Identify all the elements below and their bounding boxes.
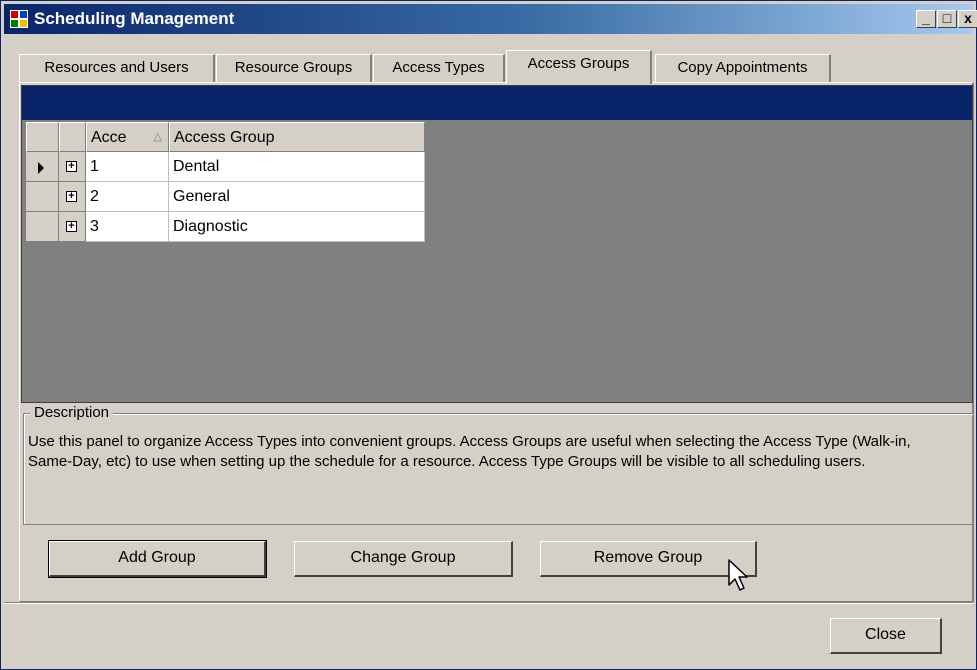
row-expander[interactable]: + (59, 182, 86, 212)
access-groups-grid[interactable]: Acce △ Access Group + 1 Dental + 2 Gener… (21, 85, 973, 403)
cell-access-group-name[interactable]: Diagnostic (169, 212, 425, 242)
minimize-button[interactable]: _ (916, 10, 936, 28)
row-header-corner (26, 122, 59, 152)
row-selector[interactable] (26, 212, 59, 242)
cell-access-id[interactable]: 3 (86, 212, 169, 242)
tab-resources-and-users[interactable]: Resources and Users (19, 54, 215, 82)
row-expander[interactable]: + (59, 212, 86, 242)
title-bar[interactable]: Scheduling Management _ □ x (4, 4, 977, 34)
add-group-button[interactable]: Add Group (48, 540, 267, 578)
sort-ascending-icon: △ (153, 131, 162, 143)
tab-copy-appointments[interactable]: Copy Appointments (655, 54, 831, 82)
description-groupbox: Description Use this panel to organize A… (23, 404, 974, 525)
description-text: Use this panel to organize Access Types … (28, 433, 911, 470)
column-header-access-group[interactable]: Access Group (169, 122, 425, 152)
row-selector[interactable] (26, 152, 59, 182)
expand-plus-icon[interactable]: + (66, 221, 77, 232)
expander-header (59, 122, 86, 152)
cell-access-id[interactable]: 2 (86, 182, 169, 212)
cell-access-group-name[interactable]: Dental (169, 152, 425, 182)
tab-resource-groups[interactable]: Resource Groups (216, 54, 372, 82)
current-row-arrow-icon (38, 162, 44, 174)
tab-access-types[interactable]: Access Types (373, 54, 505, 82)
tab-access-groups[interactable]: Access Groups (506, 50, 652, 84)
footer-separator (4, 602, 973, 604)
expand-plus-icon[interactable]: + (66, 191, 77, 202)
row-expander[interactable]: + (59, 152, 86, 182)
cell-access-group-name[interactable]: General (169, 182, 425, 212)
grid-header-row: Acce △ Access Group (26, 122, 426, 152)
description-legend: Description (30, 404, 114, 421)
column-header-acce[interactable]: Acce △ (86, 122, 169, 152)
cell-access-id[interactable]: 1 (86, 152, 169, 182)
row-selector[interactable] (26, 182, 59, 212)
window-title: Scheduling Management (34, 9, 235, 28)
change-group-button[interactable]: Change Group (294, 541, 513, 577)
close-button[interactable]: Close (830, 618, 942, 654)
close-window-button[interactable]: x (958, 10, 977, 28)
remove-group-button[interactable]: Remove Group (540, 541, 757, 577)
table-row[interactable]: + 3 Diagnostic (26, 212, 426, 242)
column-header-acce-label: Acce (91, 129, 127, 146)
maximize-button[interactable]: □ (937, 10, 957, 28)
mouse-pointer-icon (728, 559, 748, 591)
expand-plus-icon[interactable]: + (66, 161, 77, 172)
table-row[interactable]: + 1 Dental (26, 152, 426, 182)
scheduling-management-window: Scheduling Management _ □ x Resources an… (0, 0, 977, 670)
table-row[interactable]: + 2 General (26, 182, 426, 212)
app-icon (10, 10, 28, 28)
grid-caption-bar (22, 86, 972, 120)
